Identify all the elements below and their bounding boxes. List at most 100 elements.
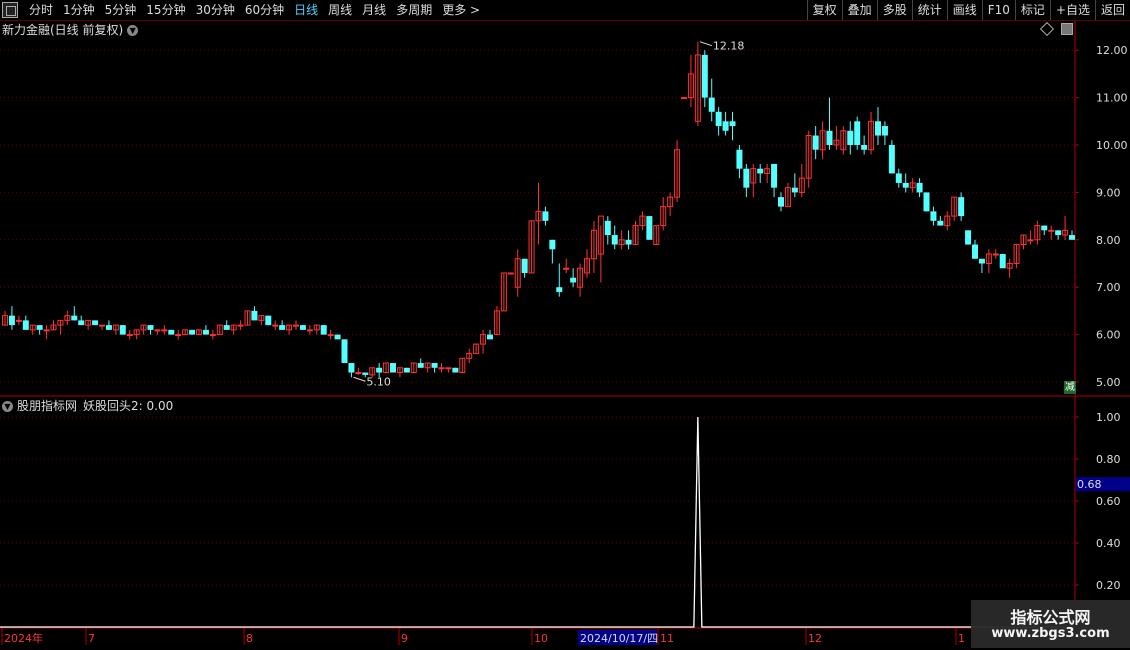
candle-body-down — [902, 182, 909, 188]
candle-body-up — [563, 267, 570, 270]
candle-body-down — [92, 320, 99, 326]
candle-body-down — [791, 187, 798, 193]
y-tick-label: 5.00 — [1096, 376, 1121, 389]
candle-body-up — [327, 334, 334, 337]
date-highlight-label: 2024/10/17/四 — [580, 632, 658, 645]
candle-body-down — [1055, 230, 1062, 236]
candle-body-up — [99, 324, 105, 327]
candle-body-down — [895, 173, 902, 183]
candle-body-down — [320, 325, 327, 335]
candle-body-up — [992, 253, 999, 256]
candle-body-down — [999, 254, 1006, 269]
candle-body-up — [355, 372, 362, 375]
candle-body-up — [306, 329, 313, 332]
y-tick-label: 9.00 — [1096, 186, 1121, 199]
candle-body-down — [189, 329, 196, 335]
candle-body-up — [15, 319, 22, 322]
candle-body-down — [646, 216, 653, 240]
candle-body-down — [556, 287, 563, 292]
x-tick-label: 7 — [88, 632, 95, 645]
candle-body-down — [972, 244, 978, 259]
candle-body-down — [611, 235, 618, 245]
candle-body-down — [826, 130, 833, 145]
candle-body-down — [452, 367, 459, 373]
candle-body-down — [376, 367, 383, 373]
x-tick-label: 1 — [958, 632, 965, 645]
candle-body-down — [854, 121, 861, 145]
x-tick-label: 9 — [401, 632, 408, 645]
candle-body-down — [223, 325, 230, 330]
candle-body-down — [71, 315, 78, 321]
candle-body-down — [722, 121, 729, 131]
candle-body-down — [937, 220, 944, 226]
x-tick-label: 12 — [808, 632, 822, 645]
candle-body-down — [279, 325, 286, 330]
high-arrow — [699, 41, 713, 47]
candle-body-up — [237, 324, 244, 327]
x-tick-label: 8 — [246, 632, 253, 645]
candle-body-down — [431, 363, 438, 368]
candle-body-up — [438, 367, 445, 370]
candle-body-down — [147, 325, 154, 330]
candle-body-down — [202, 329, 209, 335]
candle-body-down — [341, 339, 348, 364]
candle-body-down — [299, 325, 306, 330]
indicator-formula-value: 妖股回头2: 0.00 — [83, 399, 174, 413]
y-tick-label: 7.00 — [1096, 281, 1121, 294]
y-tick-label: 11.00 — [1096, 92, 1128, 105]
candle-body-down — [812, 135, 819, 150]
low-arrow — [353, 376, 366, 382]
candle-body-down — [736, 149, 743, 169]
candle-body-down — [715, 111, 722, 127]
indicator-title: ▼ 股朋指标网 妖股回头2: 0.00 — [2, 398, 173, 414]
candle-body-down — [930, 211, 937, 221]
candle-body-down — [251, 310, 258, 321]
candle-body-down — [168, 329, 175, 335]
candle-body-down — [923, 192, 930, 212]
high-price-label: 12.18 — [713, 40, 745, 53]
candle-body-down — [875, 121, 881, 136]
candle-body-down — [78, 320, 85, 326]
watermark-url: www.zbgs3.com — [991, 626, 1110, 641]
candle-body-up — [154, 329, 161, 332]
chevron-down-icon[interactable]: ▼ — [2, 400, 13, 412]
indicator-y-tick-label: 0.20 — [1096, 579, 1121, 592]
candle-body-down — [22, 320, 29, 330]
candle-body-up — [445, 367, 452, 370]
candle-body-down — [729, 121, 736, 127]
candle-body-down — [701, 54, 708, 98]
candle-body-up — [209, 334, 216, 337]
candle-body-down — [625, 239, 632, 245]
candle-body-down — [1069, 235, 1075, 240]
candle-body-down — [348, 363, 355, 373]
candle-body-up — [1048, 229, 1055, 232]
x-tick-label: 10 — [534, 632, 548, 645]
indicator-y-tick-label: 0.40 — [1096, 537, 1121, 550]
candle-body-down — [604, 220, 611, 236]
candle-body-down — [847, 130, 854, 145]
indicator-line — [0, 416, 1075, 628]
candle-body-up — [43, 329, 50, 332]
candle-body-down — [757, 168, 764, 174]
candle-body-up — [161, 329, 168, 332]
candle-body-up — [293, 324, 299, 327]
reduce-badge[interactable]: 减 — [1064, 381, 1076, 394]
watermark-title: 指标公式网 — [1010, 608, 1091, 627]
candlestick-chart[interactable]: 12.0011.0010.009.008.007.006.005.0012.18… — [0, 0, 1130, 650]
candle-body-down — [771, 163, 778, 188]
candle-body-up — [1027, 239, 1034, 242]
candle-body-down — [105, 325, 112, 330]
candle-body-up — [681, 97, 687, 100]
candle-body-up — [175, 334, 182, 337]
candle-body-down — [549, 239, 556, 250]
candle-body-down — [965, 230, 972, 245]
candle-body-down — [8, 315, 15, 326]
watermark-logo: 指标公式网 www.zbgs3.com — [971, 600, 1130, 648]
candle-body-down — [888, 145, 895, 174]
indicator-name: 股朋指标网 — [17, 399, 78, 413]
candle-body-down — [334, 334, 341, 340]
indicator-y-tick-label: 1.00 — [1096, 411, 1121, 424]
cursor-value-label: 0.68 — [1077, 478, 1102, 491]
candle-body-down — [916, 182, 923, 193]
x-tick-label: 11 — [660, 632, 674, 645]
